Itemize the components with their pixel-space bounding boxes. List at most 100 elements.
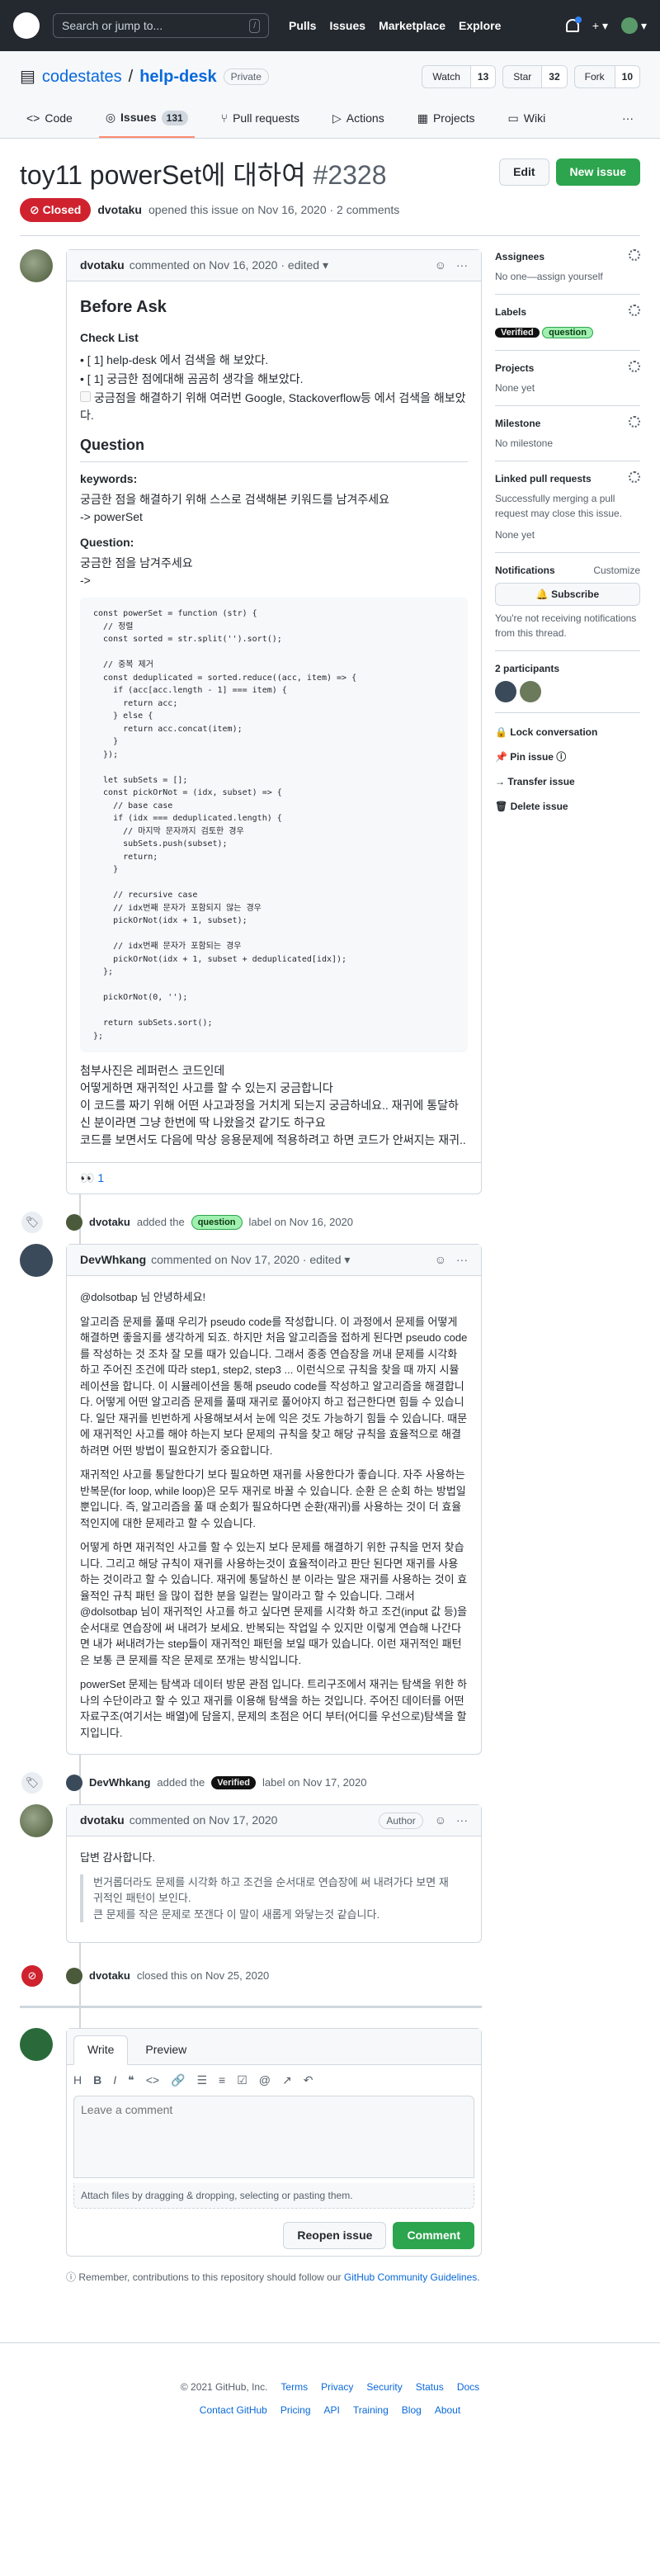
italic-icon[interactable]: I xyxy=(113,2072,116,2089)
footer-link-contact[interactable]: Contact GitHub xyxy=(200,2403,267,2418)
comment-options-icon[interactable]: ··· xyxy=(456,257,468,274)
footer-link-privacy[interactable]: Privacy xyxy=(321,2380,353,2394)
footer-link-terms[interactable]: Terms xyxy=(280,2380,308,2394)
label-verified[interactable]: Verified xyxy=(495,328,540,338)
tab-actions[interactable]: ▷ Actions xyxy=(326,102,391,138)
event-user[interactable]: DevWhkang xyxy=(89,1775,150,1791)
repo-owner-link[interactable]: codestates xyxy=(42,64,122,89)
label-question[interactable]: question xyxy=(191,1214,243,1231)
tab-pull-requests[interactable]: ⑂ Pull requests xyxy=(214,102,306,138)
avatar-caret-icon[interactable]: ▾ xyxy=(641,17,647,35)
paragraph: 첨부사진은 레퍼런스 코드인데 xyxy=(80,1064,225,1077)
reply-icon[interactable]: ↶ xyxy=(304,2072,314,2089)
comment-options-icon[interactable]: ··· xyxy=(456,1812,468,1829)
create-new-dropdown[interactable]: + ▾ xyxy=(592,17,608,35)
gear-icon[interactable] xyxy=(629,249,640,261)
event-user[interactable]: dvotaku xyxy=(89,1214,130,1231)
reopen-issue-button[interactable]: Reopen issue xyxy=(283,2222,387,2249)
nav-pulls[interactable]: Pulls xyxy=(289,17,316,35)
github-logo-icon[interactable] xyxy=(13,12,40,39)
avatar[interactable] xyxy=(20,1244,53,1277)
heading-icon[interactable]: H xyxy=(73,2072,82,2089)
event-text: added the xyxy=(136,1216,185,1229)
edit-title-button[interactable]: Edit xyxy=(499,158,549,186)
emoji-reaction-icon[interactable]: ☺ xyxy=(435,257,446,274)
footer-link-training[interactable]: Training xyxy=(353,2403,389,2418)
tab-preview[interactable]: Preview xyxy=(131,2035,200,2064)
bold-icon[interactable]: B xyxy=(93,2072,101,2089)
gear-icon[interactable] xyxy=(629,415,640,428)
fork-button[interactable]: Fork 10 xyxy=(573,65,640,88)
footer-link-docs[interactable]: Docs xyxy=(457,2380,479,2394)
eyes-reaction-button[interactable]: 👀 1 xyxy=(80,1171,104,1184)
star-count[interactable]: 32 xyxy=(541,66,567,87)
notifications-icon[interactable] xyxy=(565,17,582,32)
search-input[interactable]: Search or jump to... / xyxy=(53,13,269,38)
footer-link-status[interactable]: Status xyxy=(416,2380,444,2394)
emoji-reaction-icon[interactable]: ☺ xyxy=(435,1812,446,1829)
gear-icon[interactable] xyxy=(629,305,640,316)
task-list-icon[interactable]: ☑ xyxy=(237,2072,248,2089)
guidelines-link[interactable]: GitHub Community Guidelines xyxy=(344,2271,477,2283)
avatar[interactable] xyxy=(66,1214,82,1231)
lock-conversation-button[interactable]: 🔒 Lock conversation xyxy=(495,720,640,744)
avatar[interactable] xyxy=(20,2028,53,2061)
avatar[interactable] xyxy=(66,1775,82,1791)
assignees-value[interactable]: No one—assign yourself xyxy=(495,271,603,282)
mention-icon[interactable]: @ xyxy=(259,2072,271,2089)
emoji-reaction-icon[interactable]: ☺ xyxy=(435,1251,446,1269)
nav-issues[interactable]: Issues xyxy=(329,17,365,35)
nav-marketplace[interactable]: Marketplace xyxy=(379,17,446,35)
footer-link-api[interactable]: API xyxy=(324,2403,340,2418)
participant-avatar[interactable] xyxy=(495,680,516,702)
user-avatar[interactable] xyxy=(620,17,638,34)
footer-link-pricing[interactable]: Pricing xyxy=(280,2403,311,2418)
code-block: const powerSet = function (str) { // 정렬 … xyxy=(80,598,468,1052)
comment-button[interactable]: Comment xyxy=(393,2222,474,2249)
bulleted-list-icon[interactable]: ☰ xyxy=(196,2072,207,2089)
new-issue-button[interactable]: New issue xyxy=(555,158,640,186)
numbered-list-icon[interactable]: ≡ xyxy=(219,2072,225,2089)
star-button[interactable]: Star 32 xyxy=(502,65,568,88)
customize-link[interactable]: Customize xyxy=(593,563,640,578)
quote-icon[interactable]: ❝ xyxy=(128,2072,134,2089)
comment-textarea[interactable] xyxy=(73,2096,474,2178)
footer-link-blog[interactable]: Blog xyxy=(402,2403,422,2418)
label-question[interactable]: question xyxy=(542,327,593,338)
repo-name-link[interactable]: help-desk xyxy=(139,64,216,89)
event-user[interactable]: dvotaku xyxy=(89,1968,130,1984)
link-icon[interactable]: 🔗 xyxy=(171,2072,185,2089)
code-icon[interactable]: <> xyxy=(146,2072,159,2089)
pin-issue-button[interactable]: 📌 Pin issue ⓘ xyxy=(495,744,640,769)
tab-code[interactable]: <> Code xyxy=(20,102,79,138)
nav-explore[interactable]: Explore xyxy=(459,17,501,35)
footer-link-about[interactable]: About xyxy=(435,2403,460,2418)
reference-icon[interactable]: ↗ xyxy=(282,2072,292,2089)
participant-avatar[interactable] xyxy=(520,680,541,702)
footer-link-security[interactable]: Security xyxy=(366,2380,402,2394)
avatar[interactable] xyxy=(20,249,53,282)
watch-button[interactable]: Watch 13 xyxy=(422,65,497,88)
watch-count[interactable]: 13 xyxy=(469,66,496,87)
subscribe-button[interactable]: 🔔 Subscribe xyxy=(495,582,640,606)
comment-author[interactable]: DevWhkang xyxy=(80,1251,146,1269)
tab-projects[interactable]: ▦ Projects xyxy=(411,102,482,138)
attach-files-area[interactable]: Attach files by dragging & dropping, sel… xyxy=(73,2183,474,2209)
issue-author-link[interactable]: dvotaku xyxy=(97,201,142,219)
fork-count[interactable]: 10 xyxy=(614,66,639,87)
comment-author[interactable]: dvotaku xyxy=(80,1812,125,1829)
tab-issues[interactable]: ◎ Issues 131 xyxy=(98,102,195,138)
comment-options-icon[interactable]: ··· xyxy=(456,1251,468,1269)
list-item: 궁금점을 해결하기 위해 여러번 Google, Stackoverflow등 … xyxy=(80,390,468,424)
comment-author[interactable]: dvotaku xyxy=(80,257,125,274)
delete-issue-button[interactable]: 🗑 Delete issue xyxy=(495,794,640,819)
gear-icon[interactable] xyxy=(629,360,640,372)
tab-wiki[interactable]: ▭ Wiki xyxy=(502,102,553,138)
gear-icon[interactable] xyxy=(629,470,640,483)
label-verified[interactable]: Verified xyxy=(211,1775,256,1790)
transfer-issue-button[interactable]: → Transfer issue xyxy=(495,769,640,794)
avatar[interactable] xyxy=(66,1968,82,1984)
avatar[interactable] xyxy=(20,1804,53,1837)
more-tabs-button[interactable]: ··· xyxy=(615,102,640,138)
tab-write[interactable]: Write xyxy=(73,2035,129,2065)
